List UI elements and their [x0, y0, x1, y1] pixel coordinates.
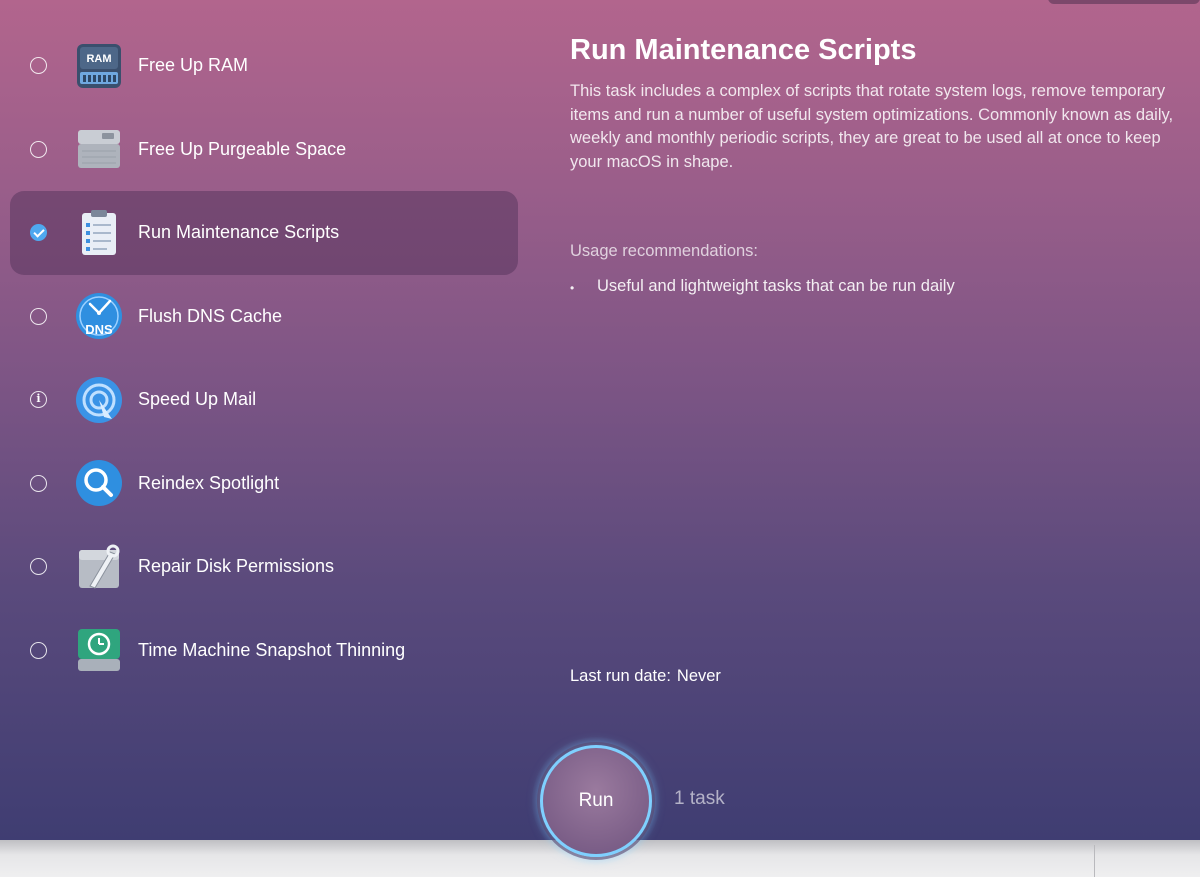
task-label: Free Up RAM — [138, 55, 249, 76]
task-item-free-up-ram[interactable]: RAM Free Up RAM — [10, 24, 518, 108]
task-checkbox-checked[interactable] — [30, 224, 47, 242]
spotlight-search-icon — [76, 460, 122, 507]
mail-stamp-icon — [76, 376, 122, 423]
task-radio[interactable] — [30, 307, 47, 325]
clipboard-checklist-icon — [82, 209, 116, 255]
disk-wrench-icon — [79, 544, 120, 589]
svg-text:DNS: DNS — [85, 322, 113, 337]
task-item-speed-up-mail[interactable]: i Speed Up Mail — [10, 358, 518, 442]
time-machine-icon — [78, 629, 120, 672]
task-label: Run Maintenance Scripts — [138, 222, 340, 243]
task-item-reindex-spotlight[interactable]: Reindex Spotlight — [10, 442, 518, 526]
task-item-flush-dns-cache[interactable]: DNS Flush DNS Cache — [10, 275, 518, 359]
bullet-icon: • — [570, 281, 575, 295]
info-icon[interactable]: i — [30, 391, 47, 409]
maintenance-window: RAM Free Up RAM Free Up Purgeable Space … — [0, 0, 1200, 840]
ram-chip-icon: RAM — [77, 43, 121, 88]
last-run-date: Last run date: Never — [570, 667, 727, 686]
bottom-divider — [1094, 845, 1095, 877]
task-item-run-maintenance-scripts[interactable]: Run Maintenance Scripts — [10, 191, 518, 275]
task-list: RAM Free Up RAM Free Up Purgeable Space … — [10, 24, 518, 692]
task-label: Reindex Spotlight — [138, 472, 280, 493]
svg-text:RAM: RAM — [86, 53, 111, 65]
task-radio[interactable] — [30, 641, 47, 659]
detail-description: This task includes a complex of scripts … — [570, 82, 1174, 171]
run-button[interactable]: Run — [540, 745, 652, 857]
task-radio[interactable] — [30, 140, 47, 158]
disk-drive-icon — [78, 130, 120, 169]
run-button-label: Run — [578, 790, 614, 811]
task-label: Flush DNS Cache — [138, 305, 283, 326]
detail-title: Run Maintenance Scripts — [570, 34, 917, 66]
task-label: Time Machine Snapshot Thinning — [138, 639, 406, 660]
task-radio[interactable] — [30, 474, 47, 492]
task-radio[interactable] — [30, 57, 47, 75]
task-label: Repair Disk Permissions — [138, 556, 335, 577]
top-toolbar-edge — [1048, 0, 1200, 4]
task-item-repair-disk-permissions[interactable]: Repair Disk Permissions — [10, 525, 518, 609]
last-run-value: Never — [676, 667, 721, 685]
last-run-label: Last run date: — [570, 667, 671, 685]
task-label: Free Up Purgeable Space — [138, 138, 347, 159]
task-count: 1 task — [674, 788, 725, 809]
task-radio[interactable] — [30, 558, 47, 576]
detail-panel: Run Maintenance Scripts This task includ… — [570, 34, 1180, 174]
task-item-free-up-purgeable-space[interactable]: Free Up Purgeable Space — [10, 108, 518, 192]
usage-item-text: Useful and lightweight tasks that can be… — [597, 277, 955, 295]
dns-clock-icon: DNS — [76, 293, 122, 340]
task-item-time-machine-snapshot-thinning[interactable]: Time Machine Snapshot Thinning — [10, 609, 518, 693]
usage-item: • Useful and lightweight tasks that can … — [570, 277, 955, 299]
task-label: Speed Up Mail — [138, 389, 257, 410]
usage-heading: Usage recommendations: — [570, 242, 759, 260]
